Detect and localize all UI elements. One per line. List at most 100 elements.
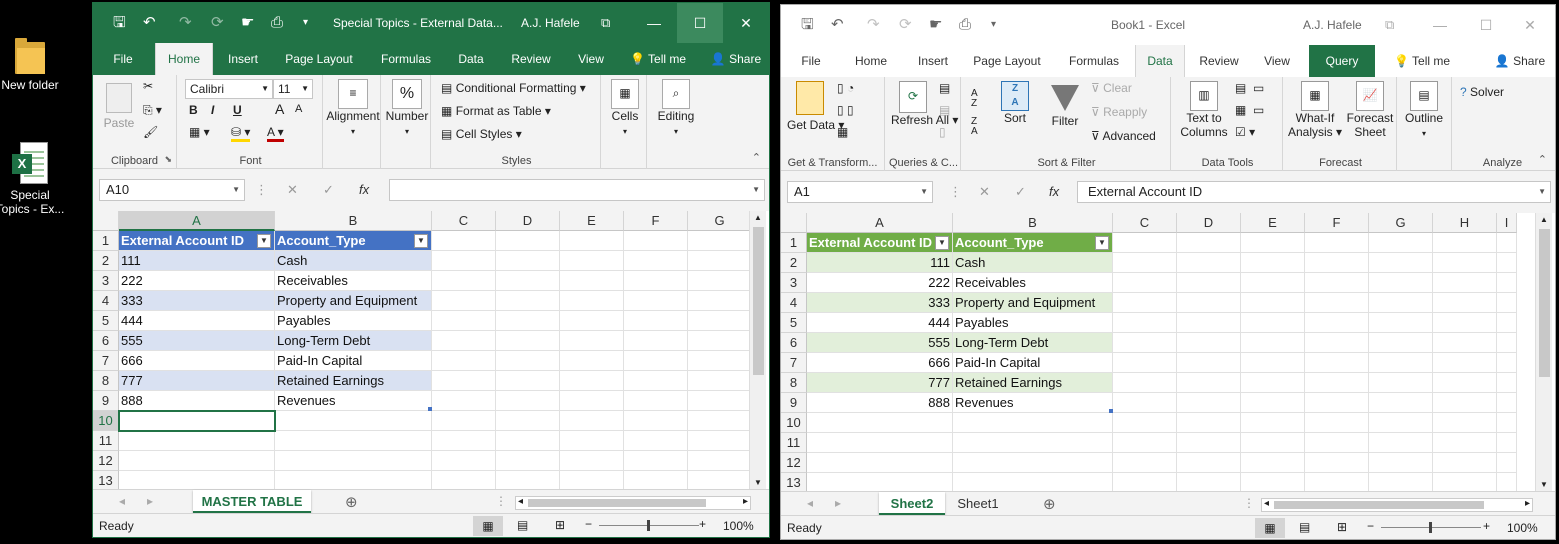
tab-page-layout[interactable]: Page Layout <box>967 45 1047 77</box>
table-cell[interactable]: 111 <box>119 251 275 271</box>
cell[interactable] <box>1177 393 1241 413</box>
flash-fill-icon[interactable]: ▤ ▭ <box>1235 81 1264 95</box>
row-header-3[interactable]: 3 <box>781 273 807 293</box>
cell[interactable] <box>432 231 496 251</box>
row-header-6[interactable]: 6 <box>781 333 807 353</box>
cell[interactable] <box>1241 393 1305 413</box>
user-name[interactable]: A.J. Hafele <box>1303 18 1362 32</box>
cell[interactable] <box>1305 293 1369 313</box>
enter-icon[interactable]: ✓ <box>1015 181 1026 203</box>
tab-view[interactable]: View <box>1255 45 1299 77</box>
cancel-icon[interactable]: ✕ <box>287 179 298 201</box>
advanced-filter-button[interactable]: ⊽ Advanced <box>1091 129 1156 143</box>
font-size-dropdown[interactable]: 11 ▼ <box>273 79 313 99</box>
minimize-button[interactable]: — <box>1417 5 1463 45</box>
touch-mode-icon[interactable]: ☛ <box>241 14 254 32</box>
cell[interactable] <box>624 271 688 291</box>
outline-button[interactable]: ▤ Outline ▾ <box>1399 81 1449 141</box>
print-preview-icon[interactable]: ⎙ <box>271 14 283 32</box>
tab-home[interactable]: Home <box>845 45 897 77</box>
tab-query[interactable]: Query <box>1309 45 1375 77</box>
bold-button[interactable]: B <box>189 103 198 117</box>
column-header-d[interactable]: D <box>1177 213 1241 233</box>
cell[interactable] <box>1433 253 1497 273</box>
cell[interactable] <box>1177 333 1241 353</box>
cell[interactable] <box>1113 253 1177 273</box>
table-resize-handle[interactable] <box>1109 409 1113 413</box>
sheet-tab-sheet1[interactable]: Sheet1 <box>949 492 1007 516</box>
cell[interactable] <box>624 391 688 411</box>
row-header-6[interactable]: 6 <box>93 331 119 351</box>
sheet-scroll-right-icon[interactable]: ▸ <box>147 494 153 508</box>
cell[interactable] <box>496 331 560 351</box>
maximize-button[interactable]: ☐ <box>1463 5 1509 45</box>
cell[interactable] <box>1369 313 1433 333</box>
paste-button[interactable]: Paste <box>101 83 137 130</box>
cell[interactable] <box>1497 313 1517 333</box>
alignment-button[interactable]: ≡ Alignment ▾ <box>325 79 381 139</box>
forecast-sheet-button[interactable]: 📈 Forecast Sheet <box>1345 81 1395 139</box>
cell[interactable] <box>1369 293 1433 313</box>
row-header-13[interactable]: 13 <box>781 473 807 493</box>
cell[interactable] <box>953 433 1113 453</box>
row-header-10[interactable]: 10 <box>93 411 119 431</box>
cell[interactable] <box>1241 233 1305 253</box>
cell[interactable] <box>1113 293 1177 313</box>
table-cell[interactable]: 444 <box>807 313 953 333</box>
cell[interactable] <box>496 431 560 451</box>
row-header-4[interactable]: 4 <box>781 293 807 313</box>
cell[interactable] <box>953 473 1113 493</box>
cell[interactable] <box>953 413 1113 433</box>
column-header-b[interactable]: B <box>275 211 432 231</box>
cell[interactable] <box>624 311 688 331</box>
collapse-ribbon-icon[interactable]: ⌃ <box>752 151 761 164</box>
cell[interactable] <box>1305 353 1369 373</box>
column-header-i[interactable]: I <box>1497 213 1517 233</box>
normal-view-icon[interactable]: ▦ <box>473 516 503 536</box>
filter-button[interactable]: Filter <box>1043 81 1087 128</box>
column-header-g[interactable]: G <box>1369 213 1433 233</box>
cell[interactable] <box>1177 353 1241 373</box>
ribbon-display-icon[interactable]: ⧉ <box>601 14 610 32</box>
row-header-11[interactable]: 11 <box>93 431 119 451</box>
cell[interactable] <box>1497 393 1517 413</box>
table-cell[interactable]: Cash <box>275 251 432 271</box>
cell[interactable] <box>1497 473 1517 493</box>
customize-qat-icon[interactable]: ▾ <box>991 16 996 34</box>
table-cell[interactable]: 222 <box>807 273 953 293</box>
cell[interactable] <box>1177 433 1241 453</box>
zoom-level[interactable]: 100% <box>1507 521 1538 535</box>
cell[interactable] <box>1241 373 1305 393</box>
minimize-button[interactable]: — <box>631 3 677 43</box>
filter-dropdown-icon[interactable]: ▼ <box>257 234 271 248</box>
cell[interactable] <box>1241 433 1305 453</box>
cell[interactable] <box>688 231 752 251</box>
cell[interactable] <box>1305 433 1369 453</box>
row-header-8[interactable]: 8 <box>93 371 119 391</box>
column-header-c[interactable]: C <box>432 211 496 231</box>
tab-insert[interactable]: Insert <box>217 43 269 75</box>
cell[interactable] <box>624 251 688 271</box>
vertical-scrollbar[interactable]: ▲ ▼ <box>1535 213 1552 491</box>
cell[interactable] <box>624 291 688 311</box>
table-cell[interactable]: Retained Earnings <box>275 371 432 391</box>
cell[interactable] <box>1241 453 1305 473</box>
cell[interactable] <box>1433 413 1497 433</box>
cell[interactable] <box>1305 413 1369 433</box>
column-header-g[interactable]: G <box>688 211 752 231</box>
cell[interactable] <box>1305 233 1369 253</box>
cell[interactable] <box>496 351 560 371</box>
cell[interactable] <box>119 451 275 471</box>
tab-file[interactable]: File <box>791 45 831 77</box>
cell[interactable] <box>1241 313 1305 333</box>
clear-filter-button[interactable]: ⊽ Clear <box>1091 81 1132 95</box>
redo-icon[interactable]: ↷ <box>867 16 880 34</box>
cell[interactable] <box>953 453 1113 473</box>
row-header-7[interactable]: 7 <box>93 351 119 371</box>
cell[interactable] <box>1433 353 1497 373</box>
cell[interactable] <box>1305 313 1369 333</box>
cell[interactable] <box>275 451 432 471</box>
table-cell[interactable]: 888 <box>807 393 953 413</box>
cell[interactable] <box>688 251 752 271</box>
cell[interactable] <box>1305 273 1369 293</box>
